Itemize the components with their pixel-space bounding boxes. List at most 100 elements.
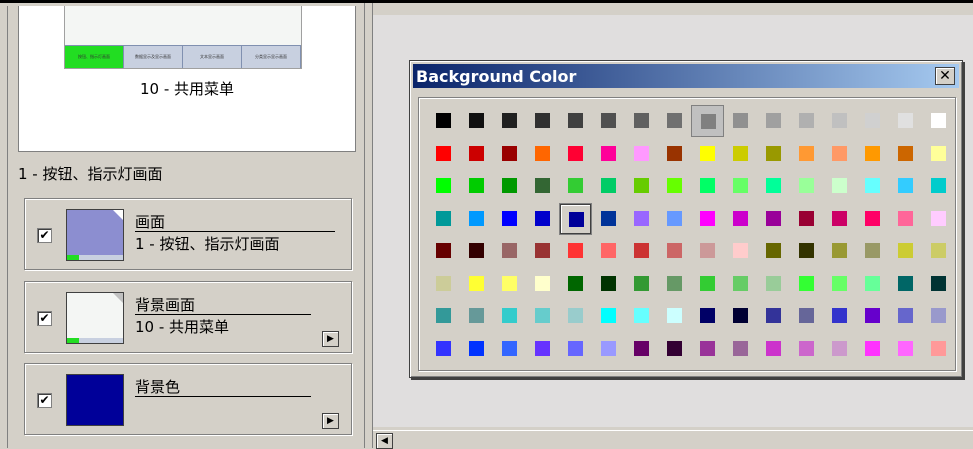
play-arrow-icon[interactable]: ▶ — [322, 331, 339, 347]
color-swatch[interactable] — [691, 203, 724, 235]
color-swatch[interactable] — [790, 138, 823, 170]
color-swatch[interactable] — [823, 268, 856, 300]
color-swatch[interactable] — [889, 235, 922, 267]
color-swatch[interactable] — [922, 105, 955, 137]
color-swatch[interactable] — [625, 138, 658, 170]
color-swatch[interactable] — [790, 268, 823, 300]
color-swatch[interactable] — [856, 138, 889, 170]
layer-background-screen-checkbox[interactable]: ✔ — [37, 311, 52, 326]
color-swatch[interactable] — [856, 235, 889, 267]
color-swatch[interactable] — [625, 203, 658, 235]
color-swatch[interactable] — [658, 203, 691, 235]
color-swatch[interactable] — [691, 105, 724, 137]
layer-background-color[interactable]: ✔ 背景色 ▶ — [24, 363, 352, 435]
color-swatch[interactable] — [625, 235, 658, 267]
color-swatch[interactable] — [427, 203, 460, 235]
color-swatch[interactable] — [559, 105, 592, 137]
color-swatch[interactable] — [427, 235, 460, 267]
color-swatch[interactable] — [691, 235, 724, 267]
color-swatch[interactable] — [526, 268, 559, 300]
background-color-swatch[interactable] — [66, 374, 124, 426]
color-swatch[interactable] — [823, 333, 856, 365]
color-swatch[interactable] — [427, 105, 460, 137]
color-swatch[interactable] — [625, 105, 658, 137]
color-swatch[interactable] — [625, 170, 658, 202]
color-swatch[interactable] — [889, 333, 922, 365]
color-swatch[interactable] — [625, 268, 658, 300]
color-swatch[interactable] — [724, 105, 757, 137]
color-swatch[interactable] — [526, 105, 559, 137]
color-swatch[interactable] — [757, 300, 790, 332]
color-swatch[interactable] — [922, 268, 955, 300]
color-swatch[interactable] — [592, 105, 625, 137]
color-swatch[interactable] — [757, 138, 790, 170]
color-swatch[interactable] — [592, 170, 625, 202]
color-swatch[interactable] — [724, 300, 757, 332]
color-swatch[interactable] — [856, 203, 889, 235]
layer-background-screen[interactable]: ✔ 背景画面 10 - 共用菜单 ▶ — [24, 281, 352, 353]
color-swatch[interactable] — [790, 333, 823, 365]
color-swatch[interactable] — [724, 203, 757, 235]
color-swatch[interactable] — [823, 138, 856, 170]
color-swatch[interactable] — [427, 333, 460, 365]
color-swatch[interactable] — [493, 138, 526, 170]
color-swatch[interactable] — [559, 268, 592, 300]
color-swatch[interactable] — [823, 170, 856, 202]
color-swatch[interactable] — [460, 138, 493, 170]
color-swatch[interactable] — [823, 105, 856, 137]
color-swatch[interactable] — [691, 138, 724, 170]
color-swatch[interactable] — [559, 138, 592, 170]
color-swatch[interactable] — [493, 170, 526, 202]
color-swatch[interactable] — [922, 170, 955, 202]
color-swatch[interactable] — [790, 170, 823, 202]
color-swatch[interactable] — [658, 138, 691, 170]
color-swatch[interactable] — [625, 300, 658, 332]
color-swatch[interactable] — [493, 268, 526, 300]
color-swatch[interactable] — [790, 300, 823, 332]
color-swatch[interactable] — [691, 300, 724, 332]
color-swatch[interactable] — [625, 333, 658, 365]
color-swatch[interactable] — [526, 138, 559, 170]
color-swatch[interactable] — [658, 170, 691, 202]
color-swatch[interactable] — [592, 138, 625, 170]
color-swatch[interactable] — [592, 203, 625, 235]
color-swatch[interactable] — [460, 105, 493, 137]
color-swatch[interactable] — [493, 203, 526, 235]
color-swatch[interactable] — [460, 235, 493, 267]
color-swatch[interactable] — [460, 333, 493, 365]
color-swatch[interactable] — [559, 170, 592, 202]
color-swatch[interactable] — [757, 105, 790, 137]
color-swatch[interactable] — [790, 203, 823, 235]
color-swatch[interactable] — [856, 300, 889, 332]
color-swatch[interactable] — [427, 138, 460, 170]
color-swatch[interactable] — [526, 170, 559, 202]
color-swatch[interactable] — [427, 268, 460, 300]
color-swatch[interactable] — [427, 300, 460, 332]
color-swatch[interactable] — [460, 300, 493, 332]
color-swatch[interactable] — [790, 105, 823, 137]
color-swatch[interactable] — [658, 268, 691, 300]
color-swatch[interactable] — [559, 300, 592, 332]
color-swatch[interactable] — [757, 170, 790, 202]
layer-background-color-checkbox[interactable]: ✔ — [37, 393, 52, 408]
color-swatch[interactable] — [691, 170, 724, 202]
color-swatch[interactable] — [658, 333, 691, 365]
color-swatch[interactable] — [427, 170, 460, 202]
color-swatch[interactable] — [823, 235, 856, 267]
color-swatch[interactable] — [460, 268, 493, 300]
color-swatch[interactable] — [922, 203, 955, 235]
color-swatch[interactable] — [592, 333, 625, 365]
color-swatch[interactable] — [757, 333, 790, 365]
close-icon[interactable]: ✕ — [935, 67, 955, 85]
color-swatch[interactable] — [823, 300, 856, 332]
panel-splitter[interactable] — [364, 3, 373, 448]
color-swatch[interactable] — [460, 170, 493, 202]
horizontal-scrollbar[interactable]: ◀ — [373, 430, 973, 449]
color-swatch[interactable] — [493, 300, 526, 332]
color-swatch[interactable] — [559, 333, 592, 365]
layer-screen-checkbox[interactable]: ✔ — [37, 228, 52, 243]
color-swatch[interactable] — [889, 138, 922, 170]
scroll-left-arrow-icon[interactable]: ◀ — [376, 433, 393, 449]
color-swatch[interactable] — [856, 170, 889, 202]
color-swatch[interactable] — [526, 333, 559, 365]
